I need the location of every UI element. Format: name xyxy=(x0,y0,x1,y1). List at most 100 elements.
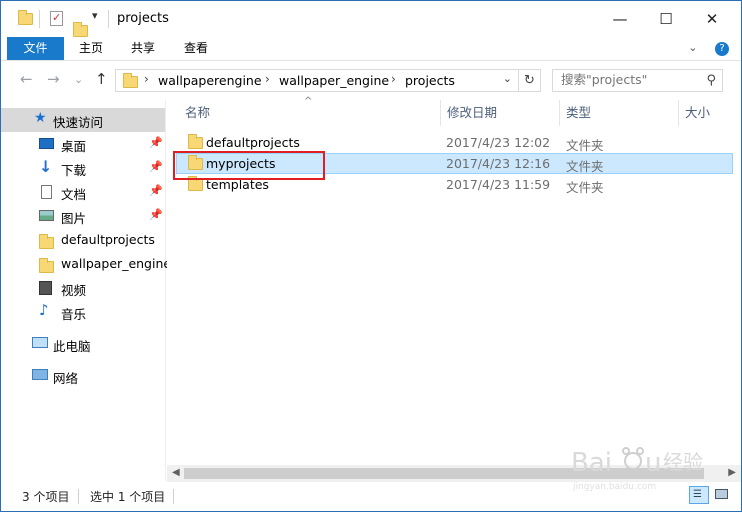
ribbon-tabs: 文件 主页 共享 查看 ⌄ ? xyxy=(1,37,741,61)
navigation-pane: ★ 快速访问 桌面 📌 ↓ 下载 📌 文档 📌 图片 📌 defaultproj… xyxy=(1,100,171,481)
tab-file[interactable]: 文件 xyxy=(7,37,64,60)
sidebar-item-defaultprojects[interactable]: defaultprojects xyxy=(1,228,165,252)
folder-icon xyxy=(188,134,203,149)
address-dropdown-icon[interactable]: ⌄ xyxy=(503,72,512,85)
star-icon: ★ xyxy=(34,110,47,126)
divider xyxy=(78,489,79,504)
folder-icon xyxy=(18,10,33,25)
back-button[interactable]: ← xyxy=(20,70,33,88)
sidebar-item-music[interactable]: ♪ 音乐 xyxy=(1,300,165,324)
tab-view[interactable]: 查看 xyxy=(173,37,219,60)
network-icon xyxy=(32,369,48,380)
file-row-myprojects[interactable]: myprojects 2017/4/23 12:16 文件夹 xyxy=(176,153,733,174)
sidebar-item-label: 快速访问 xyxy=(53,115,104,130)
video-icon xyxy=(39,281,52,295)
sidebar-item-videos[interactable]: 视频 xyxy=(1,276,165,300)
file-list: ^ 名称 修改日期 类型 大小 defaultprojects 2017/4/2… xyxy=(167,96,741,465)
file-date: 2017/4/23 12:02 xyxy=(446,135,551,150)
expand-ribbon-icon[interactable]: ⌄ xyxy=(688,41,697,54)
sidebar-item-documents[interactable]: 文档 📌 xyxy=(1,180,165,204)
customize-toolbar-icon[interactable]: ▾ xyxy=(92,9,98,22)
pin-icon[interactable]: 📌 xyxy=(149,160,163,173)
window-title: projects xyxy=(117,11,169,26)
divider xyxy=(108,10,109,28)
sidebar-item-label: wallpaper_engine xyxy=(61,256,172,271)
pin-icon[interactable]: 📌 xyxy=(149,136,163,149)
svg-text:Bai: Bai xyxy=(571,448,612,478)
folder-icon xyxy=(123,73,138,88)
up-button[interactable]: ↑ xyxy=(95,70,108,88)
scroll-left-icon[interactable]: ◀ xyxy=(172,467,180,478)
breadcrumb-separator[interactable]: › xyxy=(265,72,270,86)
svg-text:u: u xyxy=(645,448,661,478)
pin-icon[interactable]: 📌 xyxy=(149,184,163,197)
forward-button[interactable]: → xyxy=(47,70,60,88)
column-header-size[interactable]: 大小 xyxy=(679,100,739,126)
new-folder-icon[interactable] xyxy=(73,22,88,37)
breadcrumb-separator[interactable]: › xyxy=(391,72,396,86)
minimize-button[interactable]: — xyxy=(597,1,643,37)
file-name: defaultprojects xyxy=(206,135,300,150)
tab-home[interactable]: 主页 xyxy=(68,37,114,60)
breadcrumb-wallpaper-engine[interactable]: wallpaper_engine xyxy=(279,73,389,88)
file-row-defaultprojects[interactable]: defaultprojects 2017/4/23 12:02 文件夹 xyxy=(176,132,733,153)
search-icon[interactable]: ⚲ xyxy=(706,73,716,88)
desktop-icon xyxy=(39,138,54,149)
sidebar-item-label: 下载 xyxy=(61,163,87,178)
sidebar-item-pictures[interactable]: 图片 📌 xyxy=(1,204,165,228)
search-box[interactable]: ⚲ xyxy=(552,69,723,92)
tab-share[interactable]: 共享 xyxy=(120,37,166,60)
column-header-name[interactable]: 名称 xyxy=(179,100,441,126)
help-icon[interactable]: ? xyxy=(715,42,729,56)
sidebar-item-label: 视频 xyxy=(61,283,87,298)
search-input[interactable] xyxy=(561,72,701,87)
folder-icon xyxy=(188,155,203,170)
document-icon xyxy=(41,185,52,199)
file-row-templates[interactable]: templates 2017/4/23 11:59 文件夹 xyxy=(176,174,733,195)
address-bar[interactable]: › wallpaperengine › wallpaper_engine › p… xyxy=(115,69,519,92)
file-name: myprojects xyxy=(206,156,276,171)
sidebar-item-label: 此电脑 xyxy=(53,339,91,354)
file-date: 2017/4/23 11:59 xyxy=(446,177,551,192)
breadcrumb-projects[interactable]: projects xyxy=(405,73,455,88)
sidebar-item-network[interactable]: 网络 xyxy=(1,364,165,388)
file-type: 文件夹 xyxy=(566,138,604,153)
recent-locations-button[interactable]: ⌄ xyxy=(74,73,83,86)
maximize-button[interactable]: ☐ xyxy=(643,1,689,37)
explorer-window: ✓ ▾ projects — ☐ ✕ 文件 主页 共享 查看 ⌄ ? ← → ⌄… xyxy=(0,0,742,512)
folder-icon xyxy=(188,176,203,191)
folder-icon xyxy=(39,234,54,249)
picture-icon xyxy=(39,210,54,221)
sidebar-item-this-pc[interactable]: 此电脑 xyxy=(1,332,165,356)
sidebar-item-desktop[interactable]: 桌面 📌 xyxy=(1,132,165,156)
sidebar-item-label: 网络 xyxy=(53,371,79,386)
baidu-watermark-logo: Bai u 经验 jingyan.baidu.com xyxy=(571,447,703,492)
computer-icon xyxy=(32,337,48,348)
music-icon: ♪ xyxy=(39,301,49,319)
close-button[interactable]: ✕ xyxy=(689,1,735,37)
pin-icon[interactable]: 📌 xyxy=(149,208,163,221)
address-row: ← → ⌄ ↑ › wallpaperengine › wallpaper_en… xyxy=(1,65,741,97)
properties-icon[interactable]: ✓ xyxy=(50,11,63,26)
file-type: 文件夹 xyxy=(566,180,604,195)
folder-icon xyxy=(39,258,54,273)
breadcrumb-separator[interactable]: › xyxy=(144,72,149,86)
column-header-date[interactable]: 修改日期 xyxy=(441,100,560,126)
sidebar-item-label: 音乐 xyxy=(61,307,87,322)
status-selection: 选中 1 个项目 xyxy=(90,490,166,504)
sidebar-item-downloads[interactable]: ↓ 下载 📌 xyxy=(1,156,165,180)
sidebar-item-quick-access[interactable]: ★ 快速访问 xyxy=(1,108,165,132)
sidebar-item-wallpaper-engine[interactable]: wallpaper_engine xyxy=(1,252,171,276)
svg-text:jingyan.baidu.com: jingyan.baidu.com xyxy=(572,482,656,492)
file-type: 文件夹 xyxy=(566,159,604,174)
sidebar-item-label: 文档 xyxy=(61,187,87,202)
column-header-type[interactable]: 类型 xyxy=(560,100,679,126)
refresh-button[interactable]: ↻ xyxy=(519,69,541,92)
breadcrumb-wallpaperengine[interactable]: wallpaperengine xyxy=(158,73,262,88)
divider xyxy=(173,489,174,504)
status-item-count: 3 个项目 xyxy=(22,490,70,504)
sidebar-item-label: 桌面 xyxy=(61,139,87,154)
title-bar: ✓ ▾ projects — ☐ ✕ xyxy=(1,1,741,37)
file-date: 2017/4/23 12:16 xyxy=(446,156,551,171)
divider xyxy=(39,10,40,28)
